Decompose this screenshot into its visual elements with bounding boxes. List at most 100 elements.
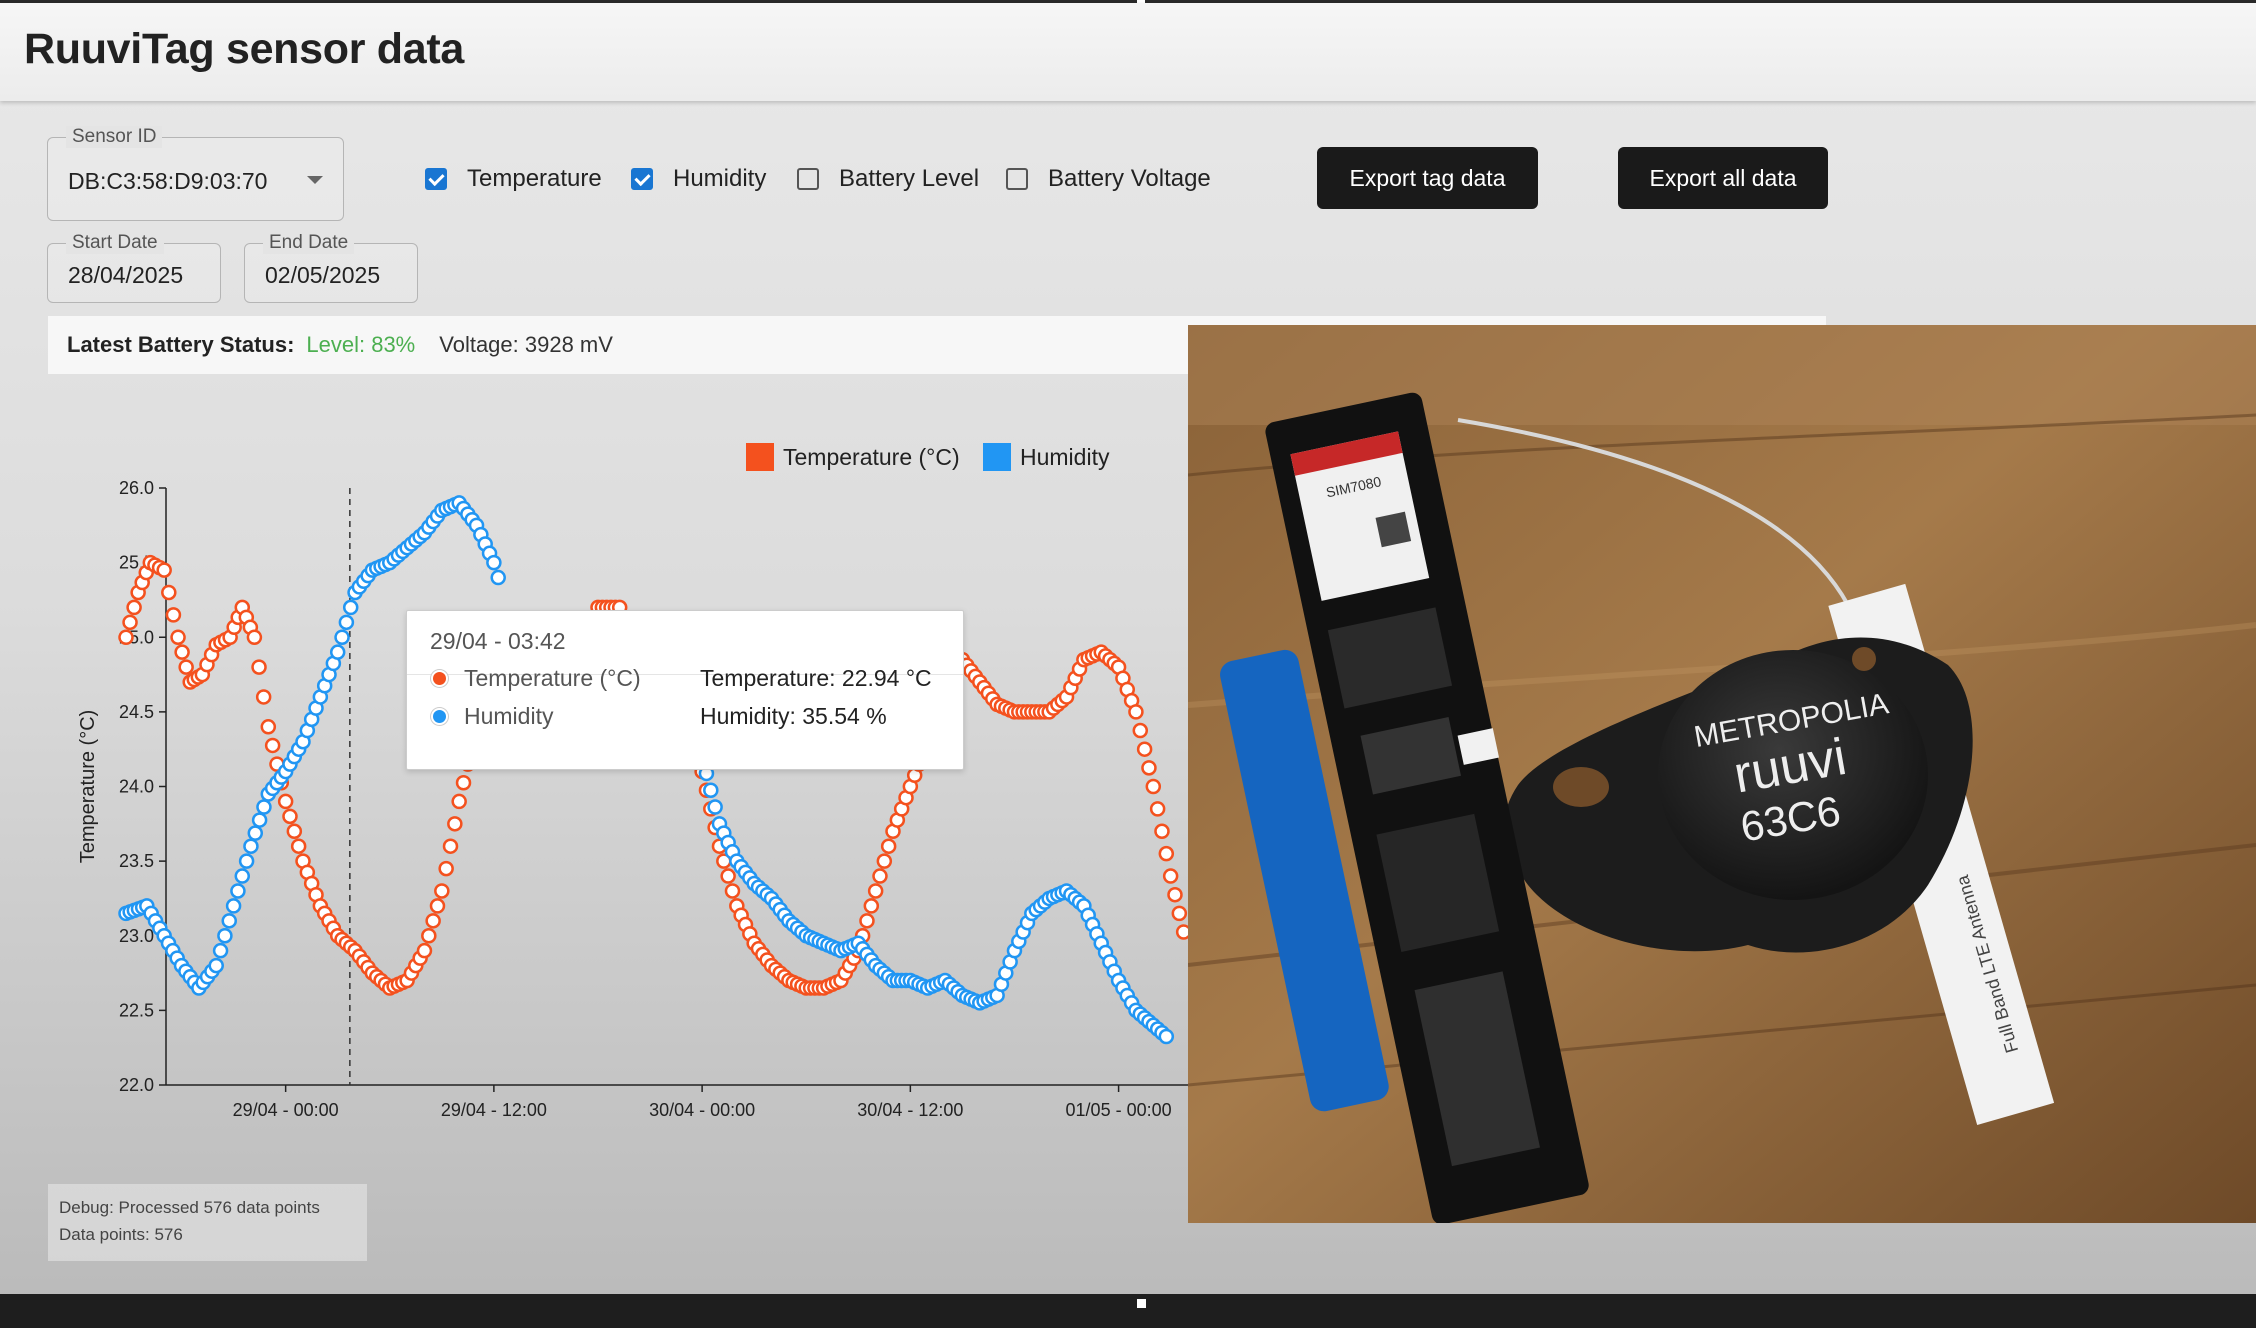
- temperature-data-point: [1171, 905, 1188, 922]
- legend-swatch-humidity: [983, 443, 1011, 471]
- humidity-data-point: [1158, 1028, 1175, 1045]
- temperature-data-point: [880, 838, 897, 854]
- humidity-data-point: [247, 825, 264, 841]
- tooltip-row-humidity: Humidity Humidity: 35.54 %: [431, 701, 887, 731]
- temperature-dot-icon: [431, 669, 448, 687]
- temperature-data-point: [451, 793, 467, 810]
- legend-swatch-temperature: [746, 443, 774, 471]
- tooltip-series-name: Temperature (°C): [464, 664, 641, 691]
- temperature-data-point: [876, 853, 893, 869]
- export-tag-data-button[interactable]: Export tag data: [1317, 147, 1538, 209]
- temperature-data-point: [416, 942, 433, 959]
- checkbox-checked-icon[interactable]: [425, 168, 447, 190]
- humidity-data-point: [486, 554, 502, 571]
- temperature-data-point: [286, 823, 303, 840]
- humidity-data-point: [225, 898, 242, 914]
- humidity-data-point: [212, 942, 229, 959]
- x-tick-label: 29/04 - 00:00: [233, 1100, 339, 1120]
- checkbox-checked-icon[interactable]: [631, 168, 653, 190]
- temperature-data-point: [867, 883, 884, 899]
- temperature-data-point: [429, 898, 446, 914]
- temperature-data-point: [872, 868, 888, 884]
- humidity-dot-icon: [431, 707, 448, 725]
- temperature-data-point: [720, 868, 736, 884]
- device-photo-image: Full Band LTE Antenna METROPOLIA ruuvi 6…: [1188, 325, 2256, 1223]
- y-tick-label: 26.0: [119, 478, 154, 498]
- chevron-down-icon[interactable]: [307, 176, 323, 184]
- start-date-field[interactable]: Start Date 28/04/2025: [47, 232, 221, 303]
- temperature-data-point: [447, 816, 463, 832]
- temperature-data-point: [1128, 704, 1144, 720]
- humidity-data-point: [221, 913, 237, 929]
- temperature-checkbox[interactable]: Temperature: [425, 163, 602, 195]
- temperature-data-point: [161, 584, 177, 601]
- tooltip-series-value: Temperature: 22.94 °C: [700, 664, 932, 691]
- temperature-data-point: [282, 808, 298, 825]
- debug-processed-text: Debug: Processed 576 data points: [59, 1198, 320, 1217]
- y-tick-label: 24.0: [119, 777, 154, 797]
- temperature-data-point: [442, 838, 459, 854]
- battery-level-checkbox-label: Battery Level: [839, 165, 980, 192]
- temperature-data-point: [165, 607, 182, 623]
- temperature-data-point: [1136, 741, 1153, 757]
- temperature-data-point: [277, 793, 294, 810]
- temperature-data-point: [724, 883, 741, 899]
- temperature-data-point: [174, 644, 190, 660]
- temperature-data-point: [156, 562, 172, 578]
- chart-tooltip: 29/04 - 03:42 Temperature (°C) Temperatu…: [406, 610, 964, 770]
- end-date-field[interactable]: End Date 02/05/2025: [244, 232, 418, 303]
- start-date-label: Start Date: [66, 232, 164, 254]
- temperature-data-point: [1145, 778, 1162, 795]
- battery-voltage-checkbox-label: Battery Voltage: [1048, 165, 1211, 192]
- export-all-data-button[interactable]: Export all data: [1618, 147, 1828, 209]
- temperature-checkbox-label: Temperature: [467, 165, 602, 192]
- humidity-data-point: [338, 614, 355, 631]
- sensor-id-select[interactable]: Sensor ID DB:C3:58:D9:03:70: [47, 126, 344, 221]
- battery-status-label: Latest Battery Status:: [67, 332, 295, 357]
- temperature-data-point: [455, 775, 472, 791]
- humidity-checkbox-label: Humidity: [673, 165, 767, 192]
- temperature-data-point: [126, 599, 142, 616]
- battery-level-checkbox[interactable]: Battery Level: [797, 163, 979, 195]
- x-tick-label: 30/04 - 00:00: [649, 1100, 755, 1120]
- temperature-data-point: [178, 659, 194, 675]
- chart-plot-area: [118, 488, 1188, 1085]
- temperature-data-point: [1175, 924, 1188, 940]
- temperature-data-point: [246, 629, 263, 645]
- sensor-id-label: Sensor ID: [66, 126, 163, 148]
- sensor-id-value: DB:C3:58:D9:03:70: [68, 168, 268, 194]
- humidity-data-point: [256, 799, 272, 815]
- temperature-data-point: [255, 689, 272, 705]
- humidity-data-point: [329, 644, 346, 660]
- temperature-data-point: [425, 913, 441, 929]
- y-tick-label: 22.5: [119, 1000, 154, 1020]
- humidity-checkbox[interactable]: Humidity: [631, 163, 766, 195]
- temperature-data-point: [264, 737, 281, 754]
- humidity-data-point: [243, 838, 259, 854]
- temperature-data-point: [260, 719, 277, 735]
- humidity-data-point: [703, 782, 719, 798]
- app-header: RuuviTag sensor data: [0, 3, 2256, 101]
- page-title: RuuviTag sensor data: [24, 25, 465, 73]
- checkbox-unchecked-icon[interactable]: [797, 168, 819, 190]
- tooltip-row-temperature: Temperature (°C) Temperature: 22.94 °C: [431, 663, 932, 693]
- resize-handle-bottom[interactable]: [1137, 1299, 1146, 1308]
- temperature-data-point: [434, 883, 450, 899]
- temperature-data-point: [122, 614, 138, 631]
- legend-label-humidity: Humidity: [1020, 444, 1110, 470]
- x-tick-label: 30/04 - 12:00: [857, 1100, 963, 1120]
- temperature-data-point: [421, 928, 437, 944]
- debug-points-text: Data points: 576: [59, 1225, 183, 1244]
- humidity-data-point: [208, 957, 224, 974]
- checkbox-unchecked-icon[interactable]: [1006, 168, 1028, 190]
- temperature-data-point: [251, 659, 267, 675]
- legend-label-temperature: Temperature (°C): [783, 444, 960, 470]
- end-date-value: 02/05/2025: [265, 262, 381, 288]
- battery-voltage-checkbox[interactable]: Battery Voltage: [1006, 163, 1211, 195]
- humidity-data-point: [251, 812, 268, 828]
- temperature-data-point: [1132, 722, 1149, 739]
- tooltip-series-name: Humidity: [464, 702, 554, 729]
- temperature-data-point: [118, 629, 134, 645]
- humidity-data-point: [490, 569, 506, 586]
- tooltip-series-value: Humidity: 35.54 %: [700, 702, 887, 729]
